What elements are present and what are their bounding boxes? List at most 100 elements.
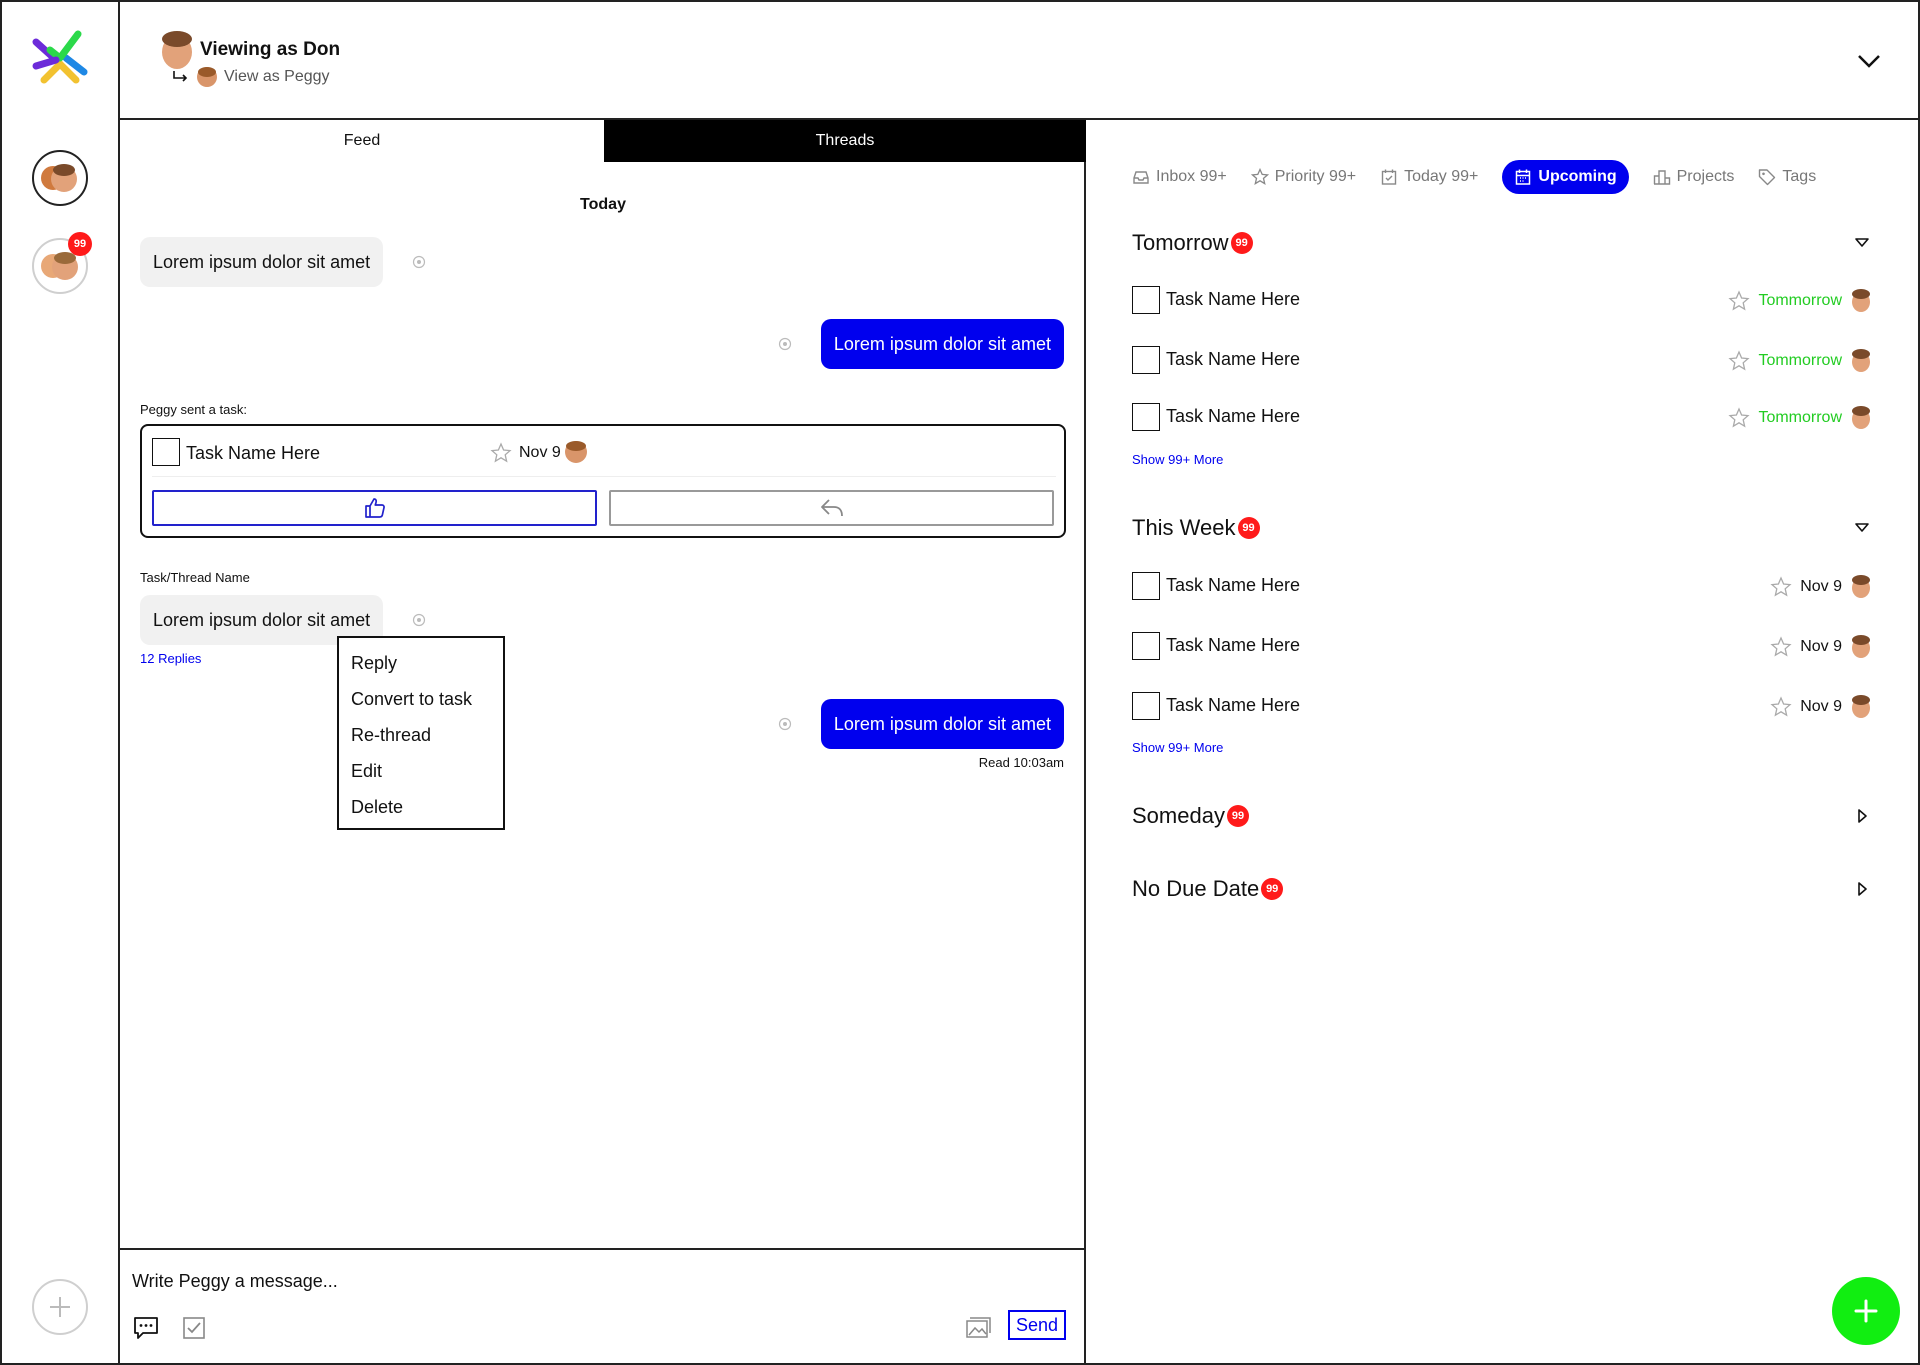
show-more-link[interactable]: Show 99+ More bbox=[1132, 740, 1223, 755]
avatar-peggy-icon bbox=[565, 441, 587, 463]
menu-item-edit[interactable]: Edit bbox=[339, 756, 503, 792]
plus-icon bbox=[1854, 1299, 1878, 1323]
feed-panel: Feed Threads Today Lorem ipsum dolor sit… bbox=[120, 120, 1086, 1365]
task-row: Task Name Here Tommorrow bbox=[1132, 346, 1872, 376]
tab-threads[interactable]: Threads bbox=[604, 120, 1086, 162]
viewing-as: Viewing as Don bbox=[158, 30, 340, 70]
task-title[interactable]: Task Name Here bbox=[1166, 575, 1300, 596]
message-bubble-outgoing[interactable]: Lorem ipsum dolor sit amet bbox=[820, 699, 1064, 749]
nav-tab-today[interactable]: Today 99+ bbox=[1380, 160, 1478, 194]
nav-tab-label: Projects bbox=[1676, 168, 1735, 185]
tab-feed[interactable]: Feed bbox=[120, 120, 604, 162]
task-checkbox[interactable] bbox=[152, 438, 180, 466]
task-nav: Inbox 99+ Priority 99+ Today 99+ Upcomin… bbox=[1132, 160, 1816, 194]
avatar-don-icon bbox=[1852, 575, 1870, 598]
star-icon bbox=[1250, 168, 1269, 185]
star-icon[interactable] bbox=[1728, 407, 1751, 429]
accept-task-button[interactable] bbox=[152, 490, 597, 526]
section-badge: 99 bbox=[1261, 878, 1284, 900]
shared-task-row: Task Name Here Nov 9 bbox=[152, 438, 1052, 468]
menu-item-delete[interactable]: Delete bbox=[339, 792, 503, 828]
avatar-don-icon bbox=[1852, 406, 1870, 429]
message-options-icon[interactable] bbox=[778, 337, 792, 351]
star-icon[interactable] bbox=[1770, 636, 1792, 658]
task-checkbox[interactable] bbox=[1132, 403, 1160, 431]
message-bubble-incoming[interactable]: Lorem ipsum dolor sit amet bbox=[140, 237, 384, 287]
nav-tab-label: Upcoming bbox=[1538, 168, 1617, 185]
message-composer: Send bbox=[120, 1248, 1086, 1365]
calendar-icon bbox=[1516, 169, 1531, 185]
add-task-fab[interactable] bbox=[1832, 1277, 1900, 1345]
task-title[interactable]: Task Name Here bbox=[1166, 695, 1300, 716]
nav-tab-tags[interactable]: Tags bbox=[1758, 160, 1816, 194]
chevron-down-icon[interactable] bbox=[1854, 46, 1884, 76]
section-badge: 99 bbox=[1237, 517, 1260, 539]
view-as-label: View as Peggy bbox=[224, 68, 330, 85]
nav-tab-label: Inbox 99+ bbox=[1156, 168, 1227, 185]
task-title[interactable]: Task Name Here bbox=[1166, 349, 1300, 370]
star-icon[interactable] bbox=[1728, 350, 1751, 372]
avatar-peggy-icon bbox=[197, 67, 217, 87]
avatar-don-icon bbox=[1852, 349, 1870, 372]
nav-tab-priority[interactable]: Priority 99+ bbox=[1250, 160, 1356, 194]
task-checkbox[interactable] bbox=[1132, 286, 1160, 314]
nav-tab-projects[interactable]: Projects bbox=[1653, 160, 1735, 194]
message-options-icon[interactable] bbox=[778, 717, 792, 731]
image-gallery-icon[interactable] bbox=[964, 1314, 992, 1342]
task-due: Nov 9 bbox=[1800, 698, 1842, 715]
thread-name-label: Task/Thread Name bbox=[140, 570, 250, 585]
show-more-link[interactable]: Show 99+ More bbox=[1132, 452, 1223, 467]
task-checkbox[interactable] bbox=[1132, 572, 1160, 600]
chat-bubble-icon[interactable] bbox=[132, 1314, 160, 1342]
avatar-don-icon bbox=[162, 31, 192, 69]
triangle-right-icon[interactable] bbox=[1852, 879, 1872, 899]
task-title[interactable]: Task Name Here bbox=[1166, 289, 1300, 310]
section-this-week-header[interactable]: This Week 99 bbox=[1132, 513, 1872, 543]
section-someday-header[interactable]: Someday 99 bbox=[1132, 801, 1872, 831]
menu-item-convert-to-task[interactable]: Convert to task bbox=[339, 684, 503, 720]
task-meta: Tommorrow bbox=[1728, 403, 1872, 433]
section-tomorrow-header[interactable]: Tomorrow 99 bbox=[1132, 228, 1872, 258]
task-checkbox[interactable] bbox=[1132, 632, 1160, 660]
task-row: Task Name Here Nov 9 bbox=[1132, 692, 1872, 722]
menu-item-rethread[interactable]: Re-thread bbox=[339, 720, 503, 756]
message-input[interactable] bbox=[132, 1266, 1032, 1296]
star-icon[interactable] bbox=[1728, 290, 1751, 312]
card-divider bbox=[152, 476, 1056, 477]
message-options-icon[interactable] bbox=[412, 613, 426, 627]
task-meta: Nov 9 bbox=[1770, 632, 1872, 662]
send-button[interactable]: Send bbox=[1007, 1310, 1066, 1340]
task-checkbox[interactable] bbox=[1132, 346, 1160, 374]
star-icon[interactable] bbox=[1770, 576, 1792, 598]
task-title[interactable]: Task Name Here bbox=[1166, 406, 1300, 427]
checkbox-task-icon[interactable] bbox=[180, 1314, 208, 1342]
add-contact-button[interactable] bbox=[32, 1279, 88, 1335]
rail-contact-group[interactable]: 99 bbox=[32, 232, 92, 294]
view-as-peggy-link[interactable]: View as Peggy bbox=[172, 66, 330, 88]
section-no-due-date-header[interactable]: No Due Date 99 bbox=[1132, 874, 1872, 904]
thread-replies-link[interactable]: 12 Replies bbox=[140, 651, 201, 666]
task-title[interactable]: Task Name Here bbox=[1166, 635, 1300, 656]
star-icon[interactable] bbox=[490, 442, 512, 464]
message-bubble-outgoing[interactable]: Lorem ipsum dolor sit amet bbox=[820, 319, 1064, 369]
task-checkbox[interactable] bbox=[1132, 692, 1160, 720]
task-meta: Tommorrow bbox=[1728, 286, 1872, 316]
triangle-right-icon[interactable] bbox=[1852, 806, 1872, 826]
nav-tab-upcoming[interactable]: Upcoming bbox=[1502, 160, 1629, 194]
task-title: Task Name Here bbox=[186, 443, 321, 463]
task-row: Task Name Here Nov 9 bbox=[1132, 572, 1872, 602]
star-icon[interactable] bbox=[1770, 696, 1792, 718]
triangle-down-icon[interactable] bbox=[1852, 233, 1872, 253]
section-title: No Due Date bbox=[1132, 876, 1260, 901]
message-options-icon[interactable] bbox=[412, 255, 426, 269]
menu-item-reply[interactable]: Reply bbox=[339, 648, 503, 684]
reply-task-button[interactable] bbox=[609, 490, 1054, 526]
triangle-down-icon[interactable] bbox=[1852, 518, 1872, 538]
avatar-pair-icon bbox=[41, 164, 77, 192]
thumbs-up-icon bbox=[364, 498, 385, 518]
rail-contact-don-peggy[interactable] bbox=[32, 150, 88, 206]
section-title: Tomorrow bbox=[1132, 230, 1229, 255]
nav-tab-label: Tags bbox=[1782, 168, 1817, 185]
top-header: Viewing as Don View as Peggy bbox=[120, 0, 1920, 120]
nav-tab-inbox[interactable]: Inbox 99+ bbox=[1132, 160, 1227, 194]
